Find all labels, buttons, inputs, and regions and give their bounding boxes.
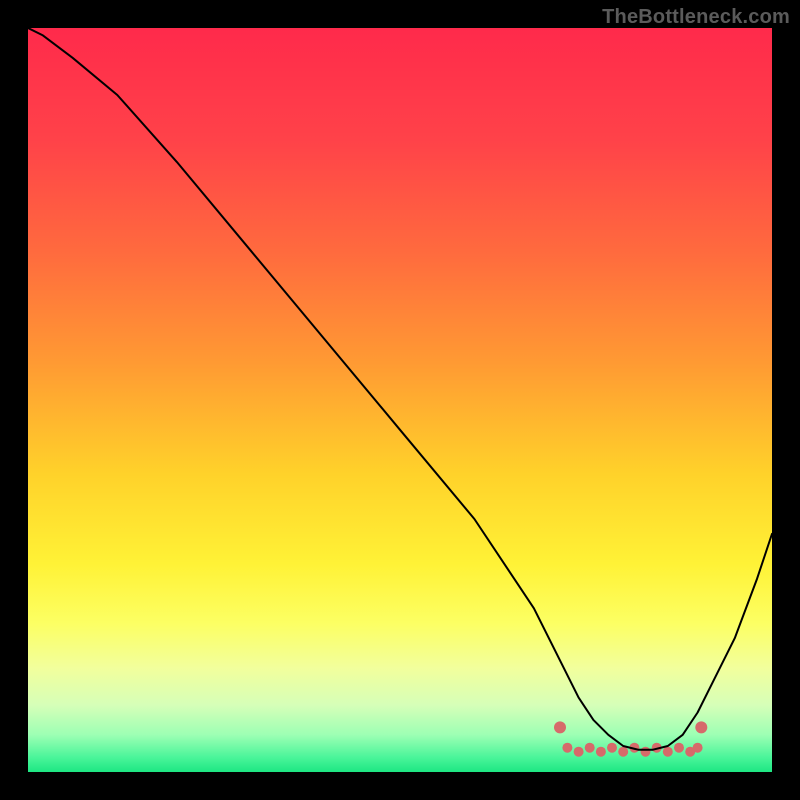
- gradient-background: [28, 28, 772, 772]
- bottleneck-chart: [28, 28, 772, 772]
- optimal-dot: [674, 743, 684, 753]
- optimal-dot: [695, 721, 707, 733]
- watermark-text: TheBottleneck.com: [602, 6, 790, 29]
- optimal-dot: [618, 747, 628, 757]
- optimal-dot: [585, 743, 595, 753]
- chart-stage: TheBottleneck.com: [0, 0, 800, 800]
- optimal-dot: [562, 743, 572, 753]
- plot-area: [28, 28, 772, 772]
- optimal-dot: [607, 743, 617, 753]
- optimal-dot: [574, 747, 584, 757]
- optimal-dot: [554, 721, 566, 733]
- optimal-dot: [693, 743, 703, 753]
- optimal-dot: [663, 747, 673, 757]
- optimal-dot: [641, 747, 651, 757]
- optimal-dot: [596, 747, 606, 757]
